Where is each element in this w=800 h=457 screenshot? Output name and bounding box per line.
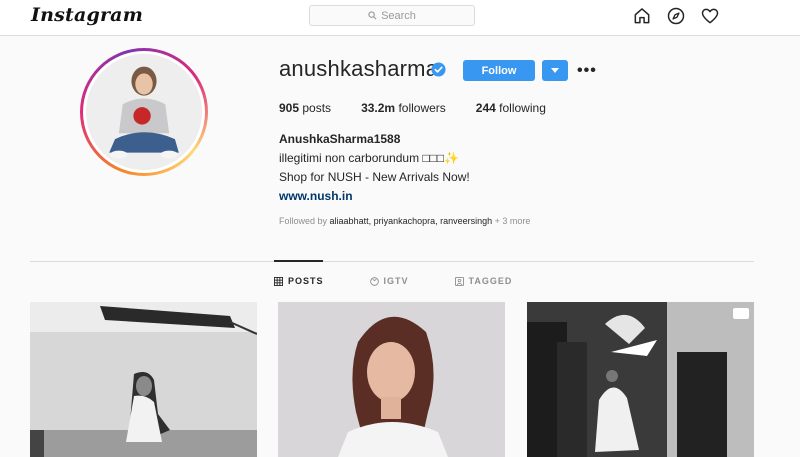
top-navigation: Instagram Search — [0, 0, 800, 36]
following-stat[interactable]: 244 following — [476, 101, 546, 115]
search-input[interactable]: Search — [309, 5, 475, 26]
posts-count: 905 — [279, 101, 300, 115]
verified-badge-icon — [431, 62, 446, 77]
post-thumbnail[interactable] — [30, 302, 257, 457]
website-link[interactable]: www.nush.in — [279, 189, 353, 203]
igtv-icon — [369, 276, 379, 286]
followed-by-names[interactable]: aliaabhatt, priyankachopra, ranveersingh — [330, 216, 493, 226]
tabs-divider — [30, 261, 754, 262]
followed-by-text: Followed by aliaabhatt, priyankachopra, … — [279, 216, 530, 226]
bio-line-2: Shop for NUSH - New Arrivals Now! — [279, 170, 470, 184]
compass-icon[interactable] — [666, 6, 686, 26]
profile-full-name: AnushkaSharma1588 — [279, 132, 401, 146]
followers-stat[interactable]: 33.2m followers — [361, 101, 446, 115]
heart-icon[interactable] — [700, 6, 720, 26]
following-count: 244 — [475, 101, 496, 115]
tab-tagged[interactable]: TAGGED — [454, 276, 513, 286]
search-icon — [368, 11, 377, 20]
tagged-icon — [454, 276, 464, 286]
followed-by-more[interactable]: + 3 more — [495, 216, 531, 226]
chevron-down-icon — [551, 67, 559, 73]
followed-by-prefix: Followed by — [279, 216, 328, 226]
search-placeholder: Search — [381, 9, 416, 22]
post-thumbnail[interactable] — [527, 302, 754, 457]
post-image-portrait — [278, 302, 505, 457]
more-options-icon[interactable]: ••• — [577, 62, 597, 80]
tab-posts[interactable]: POSTS — [274, 276, 324, 286]
suggested-accounts-dropdown-button[interactable] — [542, 60, 568, 81]
avatar-image — [86, 54, 202, 170]
profile-avatar-ring[interactable] — [80, 48, 208, 176]
avatar — [86, 54, 202, 170]
tab-igtv-label: IGTV — [383, 276, 409, 286]
profile-stats: 905 posts 33.2m followers 244 following — [279, 101, 576, 115]
followers-count: 33.2m — [361, 101, 396, 115]
tab-posts-label: POSTS — [288, 276, 324, 286]
tab-tagged-label: TAGGED — [468, 276, 513, 286]
posts-label: posts — [302, 101, 332, 115]
tab-igtv[interactable]: IGTV — [369, 276, 409, 286]
grid-icon — [274, 276, 283, 286]
profile-username: anushkasharma — [279, 56, 439, 81]
instagram-logo[interactable]: Instagram — [31, 4, 143, 26]
followers-label: followers — [398, 101, 446, 115]
post-image-behind-the-scenes — [527, 302, 754, 457]
post-image-studio — [30, 302, 257, 457]
home-icon[interactable] — [632, 6, 652, 26]
follow-button[interactable]: Follow — [463, 60, 535, 81]
posts-stat[interactable]: 905 posts — [279, 101, 331, 115]
post-thumbnail[interactable] — [278, 302, 505, 457]
active-tab-indicator — [274, 260, 323, 262]
profile-tabs: POSTS IGTV TAGGED — [274, 276, 512, 286]
following-label: following — [499, 101, 546, 115]
bio-line-1: illegitimi non carborundum □□□✨ — [279, 151, 460, 165]
